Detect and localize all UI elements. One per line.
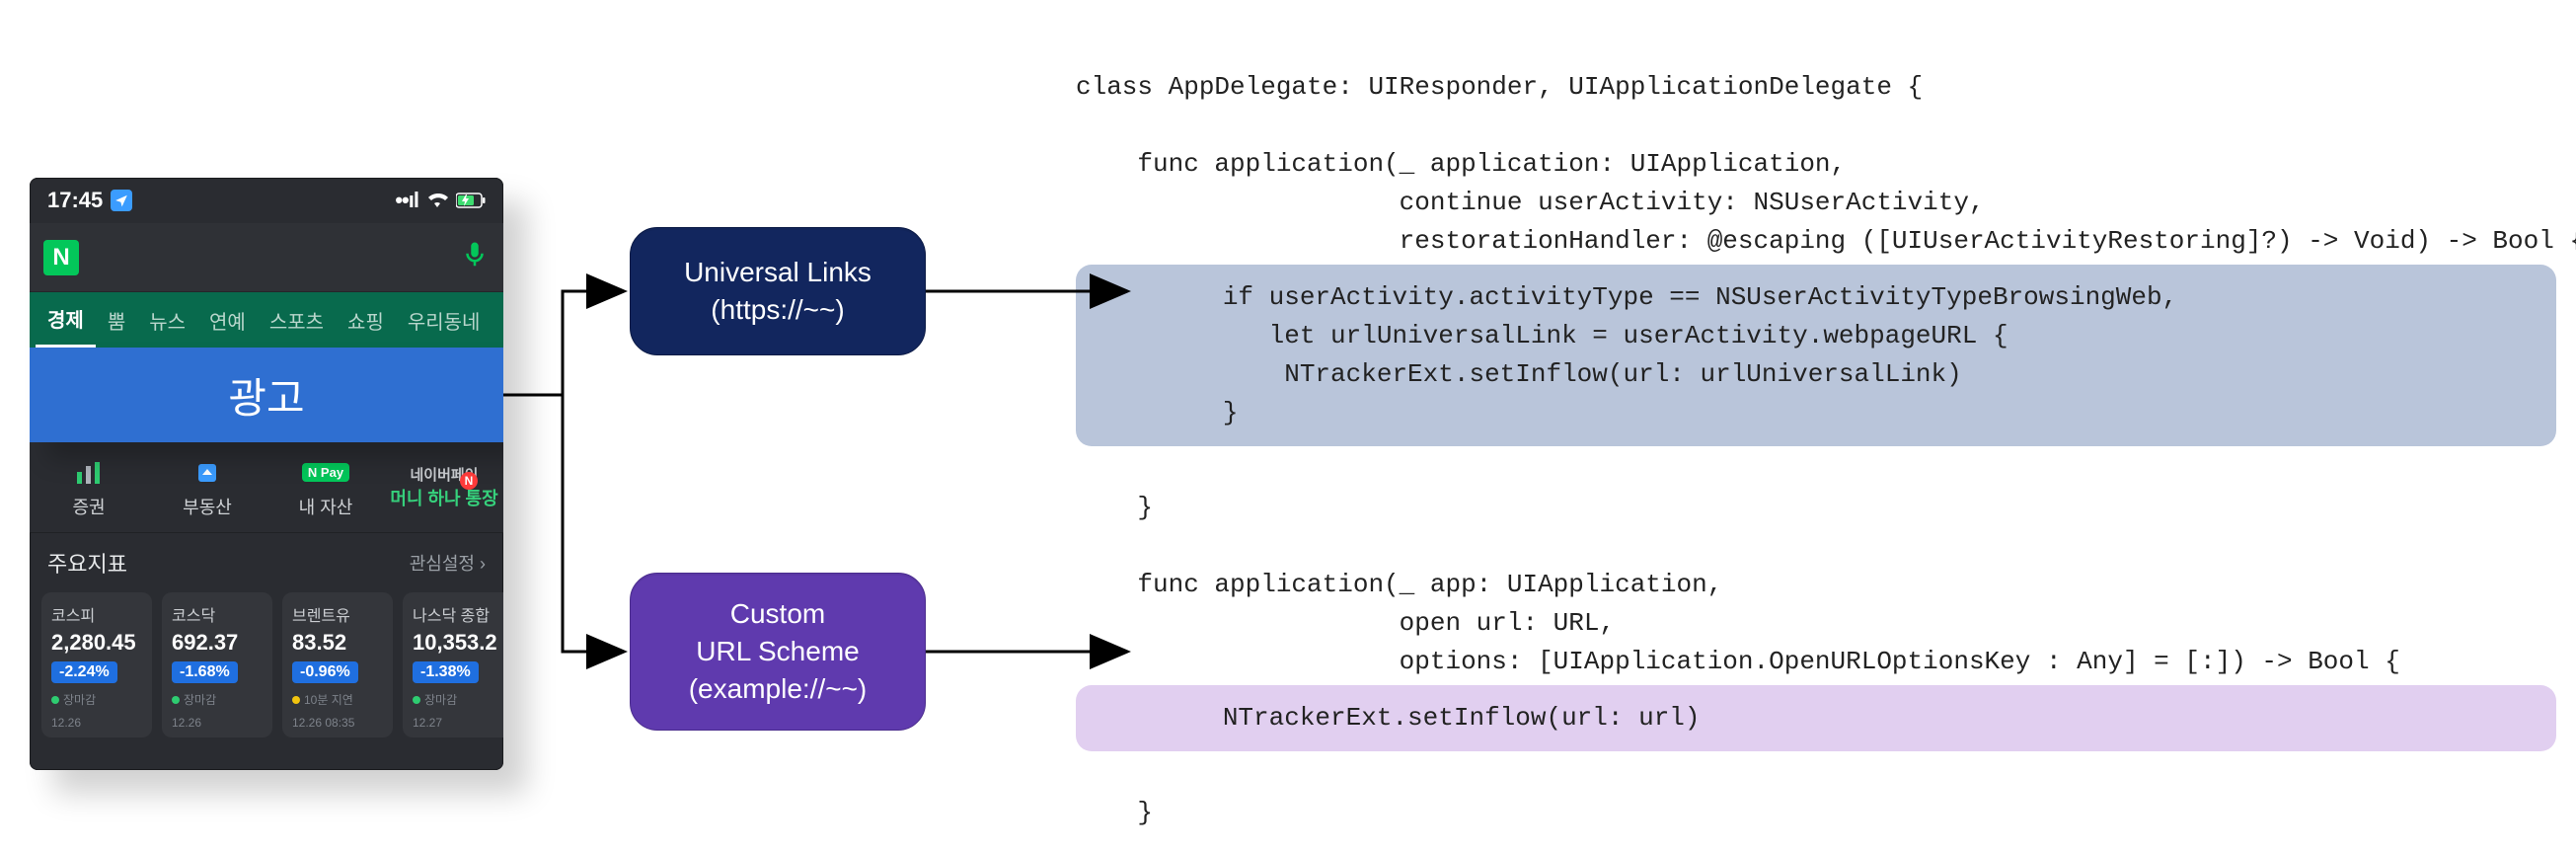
phone-status-bar: 17:45 ••ıl	[30, 178, 503, 223]
code-line: func application(_ application: UIApplic…	[1076, 149, 1846, 179]
ad-banner[interactable]: 광고	[30, 348, 503, 442]
bubble-line: Custom	[730, 595, 825, 633]
code-line: }	[1076, 493, 1153, 522]
indicator-cards: 코스피 2,280.45 -2.24% 장마감 12.26 코스닥 692.37…	[30, 592, 503, 737]
phone-status-right: ••ıl	[395, 188, 486, 213]
code-line: class AppDelegate: UIResponder, UIApplic…	[1076, 72, 1923, 102]
quick-stocks[interactable]: 증권	[30, 456, 148, 519]
mic-icon[interactable]	[460, 240, 490, 274]
tab-3[interactable]: 연예	[197, 306, 258, 335]
house-icon	[148, 456, 266, 490]
bubble-line: (example://~~)	[689, 670, 868, 708]
tab-swap-icon[interactable]: ⇄	[492, 307, 503, 333]
tab-economy[interactable]: 경제	[36, 292, 96, 348]
bubble-line: URL Scheme	[696, 633, 859, 670]
quick-label: 부동산	[148, 494, 266, 519]
code-line: func application(_ app: UIApplication,	[1076, 570, 1722, 599]
tab-6[interactable]: 우리동네	[396, 306, 492, 335]
phone-time: 17:45	[47, 188, 103, 213]
quick-label: 머니 하나 통장	[385, 485, 503, 510]
tab-2[interactable]: 뉴스	[137, 306, 197, 335]
tab-5[interactable]: 쇼핑	[336, 306, 396, 335]
highlight-universal-link: if userActivity.activityType == NSUserAc…	[1076, 265, 2556, 446]
card-kosdaq[interactable]: 코스닥 692.37 -1.68% 장마감 12.26	[162, 592, 272, 737]
card-nasdaq[interactable]: 나스닥 종합 10,353.2 -1.38% 장마감 12.27	[403, 592, 503, 737]
bubble-line: Universal Links	[684, 254, 871, 291]
code-line: open url: URL,	[1076, 608, 1615, 638]
category-tabs[interactable]: 경제 뿜 뉴스 연예 스포츠 쇼핑 우리동네 ⇄	[30, 292, 503, 348]
phone-mockup: 17:45 ••ıl N 경제 뿜 뉴스 연예 스포츠 쇼핑 우리동네 ⇄	[30, 178, 503, 770]
code-line: continue userActivity: NSUserActivity,	[1076, 188, 1985, 217]
code-line: }	[1076, 798, 1153, 827]
quick-myassets[interactable]: N Pay 내 자산	[266, 456, 385, 519]
custom-url-scheme-bubble: Custom URL Scheme (example://~~)	[630, 573, 926, 731]
tab-4[interactable]: 스포츠	[258, 306, 336, 335]
quick-label: 증권	[30, 494, 148, 519]
highlight-custom-scheme: NTrackerExt.setInflow(url: url)	[1076, 685, 2556, 751]
bars-icon	[30, 456, 148, 490]
quick-label: 내 자산	[266, 494, 385, 519]
naver-logo: N	[43, 240, 79, 275]
section-title: 주요지표	[47, 547, 127, 579]
tab-1[interactable]: 뿜	[96, 306, 137, 335]
location-icon	[111, 190, 132, 211]
search-bar[interactable]: N	[30, 223, 503, 292]
quick-realestate[interactable]: 부동산	[148, 456, 266, 519]
card-brent[interactable]: 브렌트유 83.52 -0.96% 10분 지연 12.26 08:35	[282, 592, 393, 737]
section-settings[interactable]: 관심설정 ›	[410, 550, 486, 576]
bubble-line: (https://~~)	[711, 291, 844, 329]
code-line: options: [UIApplication.OpenURLOptionsKe…	[1076, 647, 2400, 676]
universal-links-bubble: Universal Links (https://~~)	[630, 227, 926, 355]
code-line: restorationHandler: @escaping ([UIUserAc…	[1076, 226, 2576, 256]
code-block: class AppDelegate: UIResponder, UIApplic…	[1076, 30, 2556, 853]
quick-top: 네이버페이	[385, 464, 503, 485]
indicators-header: 주요지표 관심설정 ›	[30, 533, 503, 592]
card-kospi[interactable]: 코스피 2,280.45 -2.24% 장마감 12.26	[41, 592, 152, 737]
quick-row: 증권 부동산 N Pay 내 자산 N 네이버페이 머니 하나 통장	[30, 442, 503, 533]
npay-icon: N Pay	[266, 456, 385, 490]
quick-naverpay-promo[interactable]: N 네이버페이 머니 하나 통장	[385, 464, 503, 510]
badge-n: N	[460, 472, 478, 490]
